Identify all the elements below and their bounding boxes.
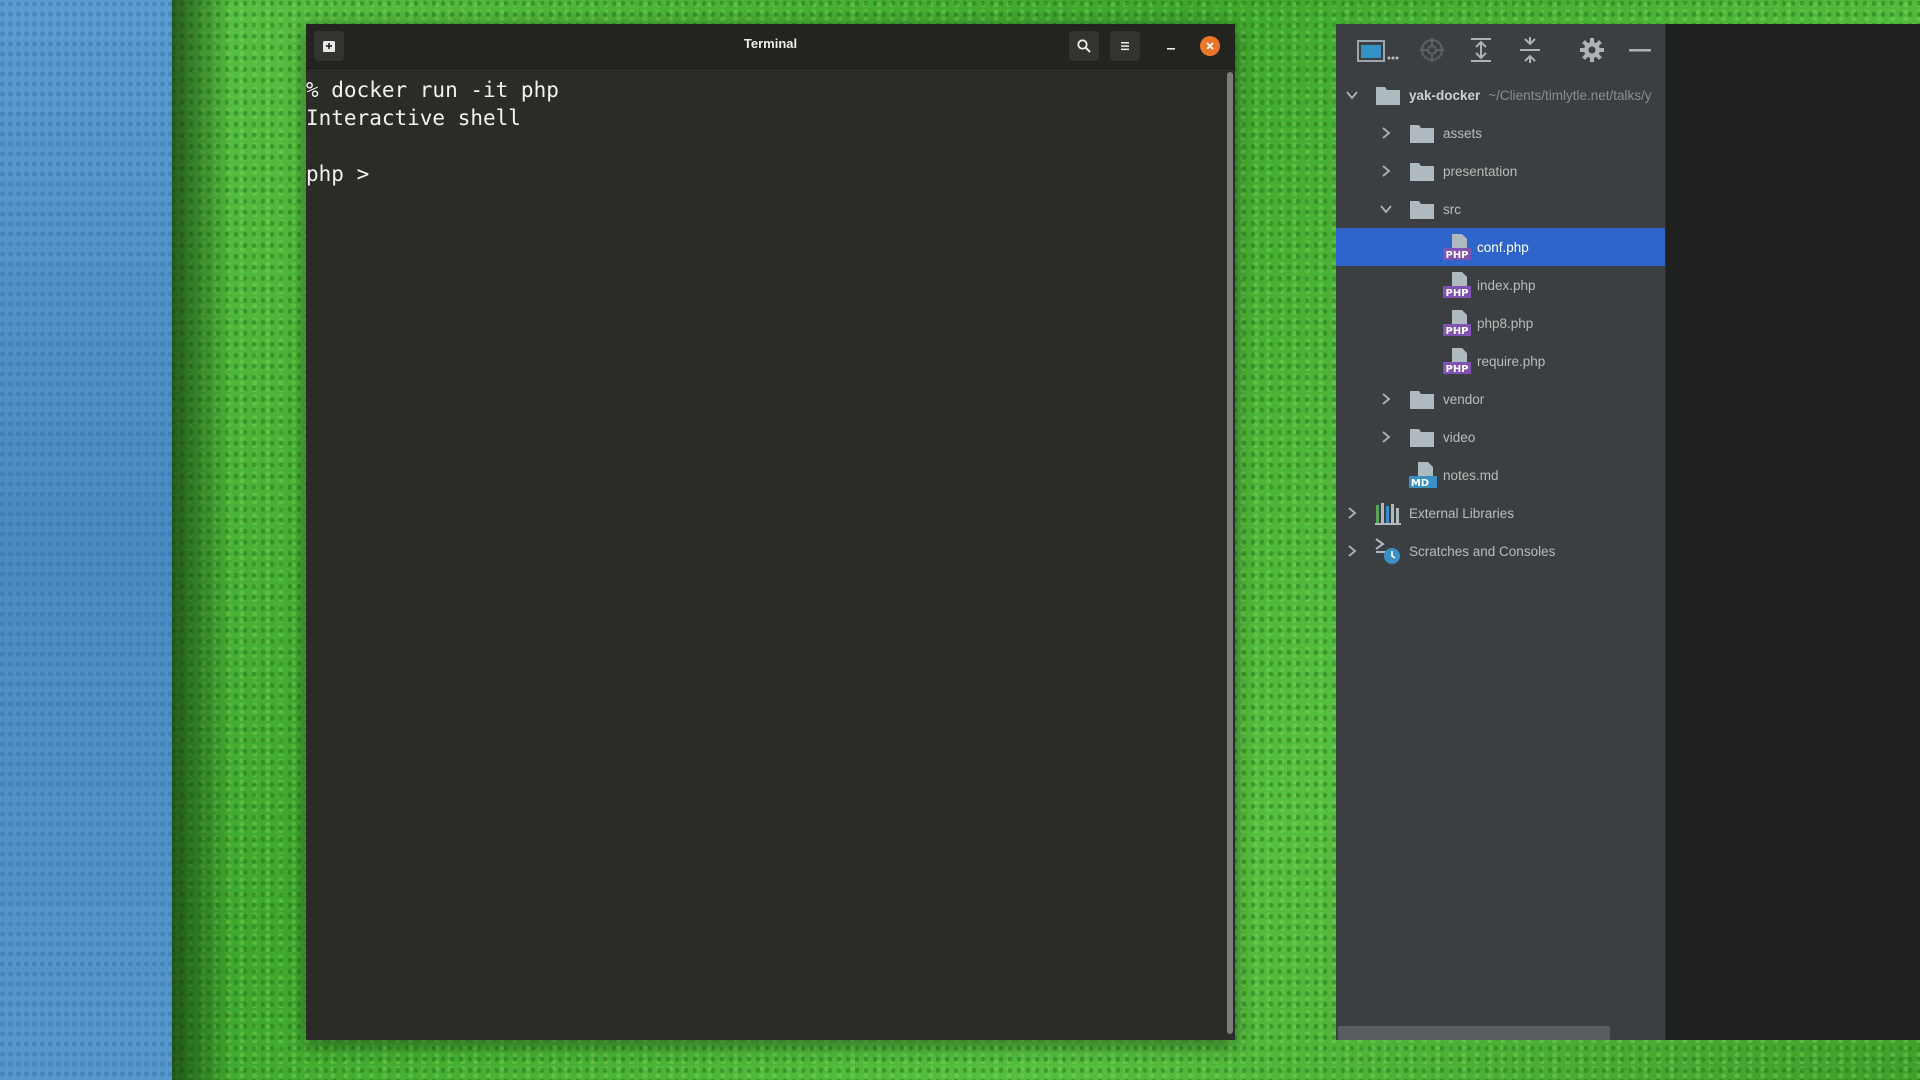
php-file-icon: PHP [1443,348,1471,375]
tree-item-label: index.php [1477,277,1536,293]
search-button[interactable] [1069,31,1099,61]
tree-item-label: assets [1443,125,1483,141]
minimize-icon [1167,48,1175,50]
tree-item-label: External Libraries [1409,505,1515,521]
chevron-down-icon[interactable] [1342,85,1362,105]
tree-item-label: require.php [1477,353,1546,369]
minimize-button[interactable] [1161,36,1181,56]
terminal-line: Interactive shell [306,106,521,130]
close-icon [1206,42,1214,50]
tree-item-label: Scratches and Consoles [1409,543,1556,559]
svg-text:PHP: PHP [1445,364,1468,375]
tree-root-yak-docker[interactable]: yak-docker ~/Clients/timlytle.net/talks/y [1336,76,1665,114]
root-label: yak-docker ~/Clients/timlytle.net/talks/y [1409,88,1651,103]
php-file-icon: PHP [1443,234,1471,261]
terminal-output[interactable]: % docker run -it php Interactive shell p… [306,68,1223,1040]
tree-item-label: notes.md [1443,467,1499,483]
svg-text:PHP: PHP [1445,250,1468,261]
expand-all-icon [1471,38,1491,62]
chevron-right-icon[interactable] [1376,389,1396,409]
tree-item-label: video [1443,429,1476,445]
close-button[interactable] [1200,36,1220,56]
chevron-right-icon[interactable] [1376,123,1396,143]
project-tool-window[interactable]: yak-docker ~/Clients/timlytle.net/talks/y… [1336,24,1666,1040]
root-name: yak-docker [1409,87,1481,103]
tree-item-label: presentation [1443,163,1518,179]
hide-icon [1629,49,1651,52]
search-icon [1077,39,1091,53]
chevron-right-icon[interactable] [1342,541,1362,561]
chevron-right-icon[interactable] [1376,427,1396,447]
libraries-icon [1375,503,1401,525]
chevron-right-icon[interactable] [1342,503,1362,523]
desktop-blue-edge [0,0,172,1080]
tree-item-php8-php[interactable]: PHP php8.php [1336,304,1665,342]
terminal-prompt[interactable]: php > [306,160,1223,188]
settings-button[interactable] [1577,36,1607,64]
scratches-icon [1375,538,1400,564]
terminal-line: % docker run -it php [306,78,559,102]
chevron-right-icon[interactable] [1376,161,1396,181]
locate-icon [1420,38,1444,62]
folder-icon [1410,201,1434,219]
folder-icon [1410,429,1434,447]
ide-window: yak-docker ~/Clients/timlytle.net/talks/y… [1336,24,1920,1040]
project-view-button[interactable] [1356,36,1400,64]
folder-icon [1410,163,1434,181]
tree-item-external-libraries[interactable]: External Libraries [1336,494,1665,532]
tree-item-conf-php[interactable]: PHP conf.php [1336,228,1665,266]
php-file-icon: PHP [1443,310,1471,337]
terminal-window[interactable]: Terminal % docker run -it php Interactiv… [306,24,1235,1040]
collapse-all-icon [1520,37,1540,63]
tree-item-label: vendor [1443,391,1485,407]
horizontal-scrollbar[interactable] [1338,1026,1610,1040]
terminal-scrollbar[interactable] [1227,72,1233,1034]
hide-button[interactable] [1625,36,1655,64]
svg-text:MD: MD [1411,478,1429,489]
tree-item-index-php[interactable]: PHP index.php [1336,266,1665,304]
tree-item-video[interactable]: video [1336,418,1665,456]
folder-icon [1410,391,1434,409]
terminal-titlebar[interactable]: Terminal [306,24,1235,69]
tree-item-notes-md[interactable]: MD notes.md [1336,456,1665,494]
tree-item-label: src [1443,201,1461,217]
menu-button[interactable] [1110,31,1140,61]
markdown-file-icon: MD [1409,462,1437,489]
root-path: ~/Clients/timlytle.net/talks/y [1488,87,1652,103]
hamburger-menu-icon [1121,42,1129,51]
chevron-down-icon[interactable] [1376,199,1396,219]
php-file-icon: PHP [1443,272,1471,299]
gear-icon [1580,38,1604,62]
desktop-shadow [172,0,232,1080]
tree-item-vendor[interactable]: vendor [1336,380,1665,418]
locate-button[interactable] [1417,36,1447,64]
svg-text:PHP: PHP [1445,326,1468,337]
folder-icon [1376,87,1400,105]
tree-item-scratches-and-consoles[interactable]: Scratches and Consoles [1336,532,1665,570]
svg-text:PHP: PHP [1445,288,1468,299]
tree-item-src[interactable]: src [1336,190,1665,228]
tree-item-require-php[interactable]: PHP require.php [1336,342,1665,380]
tree-item-presentation[interactable]: presentation [1336,152,1665,190]
tree-item-label: php8.php [1477,315,1534,331]
project-view-icon [1357,40,1399,62]
expand-all-button[interactable] [1466,36,1496,64]
collapse-all-button[interactable] [1515,36,1545,64]
tree-item-label: conf.php [1477,239,1529,255]
project-toolbar [1336,24,1665,76]
tree-item-assets[interactable]: assets [1336,114,1665,152]
folder-icon [1410,125,1434,143]
